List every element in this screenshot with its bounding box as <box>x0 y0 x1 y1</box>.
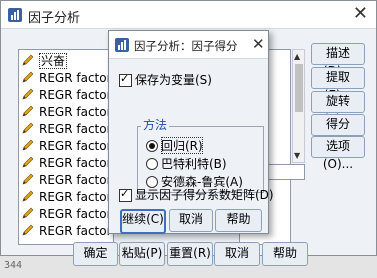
pencil-icon <box>22 122 34 134</box>
factor-scores-dialog: 因子分析：因子得分 ✕ ✓ 保存为变量(S) 方法 回归(R) 巴特利特(B) … <box>108 30 274 234</box>
cancel-button[interactable]: 取消 <box>214 242 260 266</box>
title-bar: 因子分析：因子得分 ✕ <box>109 31 268 59</box>
pencil-icon <box>22 190 34 202</box>
options-button[interactable]: 选项(O)... <box>311 136 365 171</box>
checkmark-icon: ✓ <box>120 72 130 85</box>
list-item[interactable]: REGR factor sc <box>21 87 113 104</box>
close-icon[interactable]: ✕ <box>252 34 265 54</box>
scores-button[interactable]: 得分(S)... <box>311 114 365 149</box>
list-item[interactable]: REGR factor sc <box>21 155 113 172</box>
title-bar: 因子分析 ✕ <box>1 1 376 29</box>
help-button[interactable]: 帮助 <box>262 242 308 266</box>
list-item[interactable]: REGR factor sc <box>21 138 113 155</box>
list-item[interactable]: 兴奋 <box>21 53 113 70</box>
reset-button[interactable]: 重置(R) <box>167 242 213 266</box>
scroll-thumb[interactable] <box>295 64 303 112</box>
save-as-variables-label[interactable]: 保存为变量(S) <box>135 71 212 88</box>
list-item[interactable]: REGR factor sc <box>21 223 113 240</box>
pencil-icon <box>22 139 34 151</box>
show-coef-matrix-label[interactable]: 显示因子得分系数矩阵(D) <box>135 186 274 203</box>
spss-app-icon <box>8 8 22 22</box>
list-item[interactable]: REGR factor sc <box>21 172 113 189</box>
pencil-icon <box>22 88 34 100</box>
pencil-icon <box>22 173 34 185</box>
describe-button[interactable]: 描述(D)... <box>311 43 365 78</box>
continue-button[interactable]: 继续(C) <box>120 209 166 234</box>
pencil-icon <box>22 54 34 66</box>
save-as-variables-checkbox[interactable]: ✓ <box>119 72 132 87</box>
ok-button[interactable]: 确定 <box>73 242 118 266</box>
list-item[interactable]: REGR factor sc <box>21 121 113 138</box>
sheet-cell-text: 344 <box>4 260 23 271</box>
spss-app-icon <box>115 38 129 52</box>
scrollbar[interactable]: ▲ ▼ <box>292 49 305 163</box>
scroll-up-arrow-icon[interactable]: ▲ <box>294 52 300 61</box>
method-group-label: 方法 <box>141 116 170 133</box>
close-icon[interactable]: ✕ <box>353 4 368 24</box>
dialog-title: 因子分析：因子得分 <box>134 39 238 53</box>
rotate-button[interactable]: 旋转(T)... <box>311 91 365 126</box>
help-button[interactable]: 帮助 <box>215 209 262 232</box>
regression-radio[interactable] <box>146 140 158 152</box>
extract-button[interactable]: 提取(E)... <box>311 67 365 102</box>
radio-dot-icon <box>149 143 155 149</box>
list-item[interactable]: REGR factor sc <box>21 189 113 206</box>
bartlett-radio[interactable] <box>146 158 158 170</box>
paste-button[interactable]: 粘贴(P) <box>119 242 165 266</box>
variable-source-list[interactable]: 兴奋 REGR factor sc REGR factor sc REGR fa… <box>18 49 114 245</box>
cancel-button[interactable]: 取消 <box>169 209 213 232</box>
pencil-icon <box>22 71 34 83</box>
dialog-title: 因子分析 <box>28 11 81 26</box>
bartlett-label[interactable]: 巴特利特(B) <box>161 155 227 172</box>
list-item[interactable]: REGR factor sc <box>21 206 113 223</box>
regression-label[interactable]: 回归(R) <box>161 137 203 154</box>
pencil-icon <box>22 105 34 117</box>
checkmark-icon: ✓ <box>120 187 130 200</box>
list-item[interactable]: REGR factor sc <box>21 70 113 87</box>
list-item[interactable]: REGR factor sc <box>21 104 113 121</box>
pencil-icon <box>22 156 34 168</box>
pencil-icon <box>22 224 34 236</box>
pencil-icon <box>22 207 34 219</box>
scroll-down-arrow-icon[interactable]: ▼ <box>294 151 300 160</box>
show-coef-matrix-checkbox[interactable]: ✓ <box>119 187 132 202</box>
